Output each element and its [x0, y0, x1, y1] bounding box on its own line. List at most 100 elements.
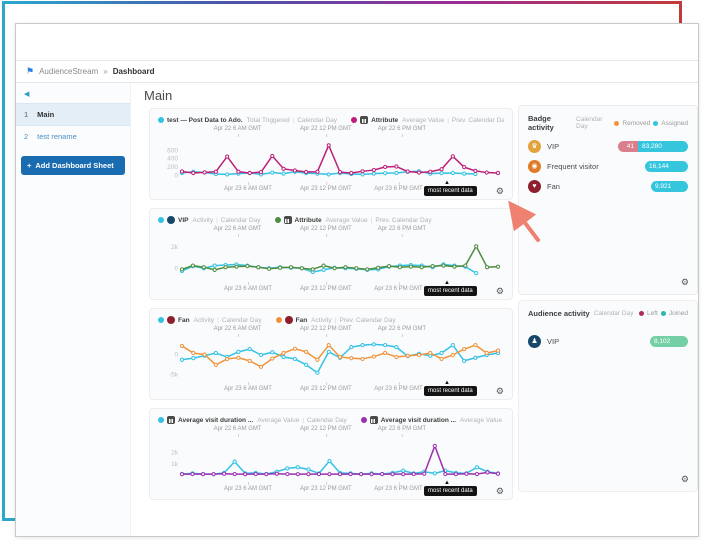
series-metric: Activity — [311, 317, 332, 324]
svg-text:600: 600 — [167, 147, 178, 154]
series-dot — [351, 117, 357, 123]
svg-text:200: 200 — [167, 164, 178, 171]
x-tick-label: Apr 23 12 PM GMT — [300, 186, 352, 192]
series-name: Attribute — [295, 217, 322, 224]
sidebar-collapse-icon[interactable]: ◀ — [24, 90, 130, 98]
attribute-icon — [284, 216, 292, 224]
separator: | — [371, 217, 373, 224]
vip-badge-icon — [167, 216, 175, 224]
gear-icon[interactable]: ⚙ — [496, 386, 504, 396]
separator: | — [217, 317, 219, 324]
breadcrumb-page-title: Dashboard — [113, 67, 155, 76]
annotation-arrow — [500, 194, 546, 246]
tooltip-caret-icon: ▲ — [444, 380, 450, 386]
x-tick-label: Apr 23 12 PM GMT — [300, 486, 352, 492]
fan-badge-icon — [285, 316, 293, 324]
fan-badge-icon — [167, 316, 175, 324]
line-chart: 2k 1k — [158, 438, 506, 484]
most-recent-data-tooltip: ▲ most recent data — [424, 386, 477, 396]
assigned-count-pill: 16,144 — [645, 161, 688, 172]
add-dashboard-sheet-label: Add Dashboard Sheet — [35, 161, 113, 170]
line-chart: 0 -5k — [158, 338, 506, 384]
gear-icon[interactable]: ⚙ — [681, 474, 689, 485]
x-tick-label: Apr 22 6 PM GMT — [378, 226, 426, 232]
tooltip-label: most recent data — [424, 486, 477, 496]
series-dot — [158, 217, 164, 223]
assigned-count-pill: 9,921 — [651, 181, 688, 192]
person-glyph: ♟ — [531, 338, 537, 345]
x-tick-label: Apr 23 12 PM GMT — [300, 386, 352, 392]
plus-icon: + — [27, 161, 31, 170]
attribute-icon — [360, 116, 368, 124]
x-tick-label: Apr 23 6 PM GMT — [374, 186, 422, 192]
svg-text:2k: 2k — [171, 244, 179, 251]
joined-legend-dot — [661, 311, 666, 316]
svg-text:0: 0 — [174, 172, 178, 179]
series-name: VIP — [178, 217, 188, 224]
x-tick-label: Apr 22 12 PM GMT — [300, 326, 352, 332]
chart-legend: Fan Activity | Calendar Day Fan Activity… — [158, 314, 504, 326]
x-tick-label: Apr 23 6 PM GMT — [374, 386, 422, 392]
sidebar-item-test-rename[interactable]: 2 test rename — [16, 126, 130, 147]
series-period: Calendar Day — [221, 217, 261, 224]
x-tick-label: Apr 22 6 PM GMT — [378, 326, 426, 332]
svg-text:1k: 1k — [171, 461, 179, 468]
frequent-visitor-badge-icon: ◉ — [528, 160, 541, 173]
badge-activity-rows: ♛ VIP 41 83,280 ◉ Frequent visitor 16,14… — [528, 136, 688, 196]
svg-text:0: 0 — [174, 265, 178, 272]
x-tick-label: Apr 23 12 PM GMT — [300, 286, 352, 292]
separator: | — [216, 217, 218, 224]
series-name: Fan — [178, 317, 190, 324]
separator: | — [335, 317, 337, 324]
audience-label: VIP — [547, 337, 559, 346]
series-metric: Total Triggered — [247, 117, 290, 124]
tooltip-caret-icon: ▲ — [444, 280, 450, 286]
removed-legend-dot — [614, 121, 619, 126]
gear-icon[interactable]: ⚙ — [496, 486, 504, 496]
series-period: Calendar Day — [307, 417, 347, 424]
svg-text:0: 0 — [174, 352, 178, 359]
joined-count-pill: 8,102 — [650, 336, 688, 347]
gear-icon[interactable]: ⚙ — [496, 286, 504, 296]
app-name: AudienceStream — [39, 67, 98, 76]
badge-label: Frequent visitor — [547, 162, 599, 171]
badge-activity-legend: Removed Assigned — [614, 120, 688, 127]
tooltip-label: most recent data — [424, 386, 477, 396]
badge-label: Fan — [547, 182, 560, 191]
x-axis-top: Apr 22 6 AM GMT Apr 22 12 PM GMT Apr 22 … — [158, 226, 504, 237]
line-chart: 6004002000 — [158, 138, 506, 184]
series-dot — [361, 417, 367, 423]
svg-text:2k: 2k — [171, 450, 179, 457]
heart-glyph: ♥ — [532, 183, 536, 190]
svg-text:-5k: -5k — [169, 371, 179, 378]
x-tick-label: Apr 22 6 PM GMT — [378, 126, 426, 132]
series-metric: Activity — [194, 317, 215, 324]
legend-label: Left — [647, 310, 658, 317]
series-metric: Average Value — [460, 417, 502, 424]
sheet-index: 2 — [24, 132, 28, 141]
sheet-label: Main — [37, 110, 54, 119]
separator: | — [293, 117, 295, 124]
audience-activity-rows: ♟ VIP 8,102 — [528, 331, 688, 351]
chart-legend: Average visit duration ... Average Value… — [158, 414, 504, 426]
dashboard-main-area: Main test — Post Data to Ado. Total Trig… — [132, 83, 698, 536]
series-name: Average visit duration ... — [381, 417, 456, 424]
panel-title: Audience activity — [528, 309, 590, 318]
x-tick-label: Apr 22 12 PM GMT — [300, 126, 352, 132]
series-dot — [158, 117, 164, 123]
gear-icon[interactable]: ⚙ — [681, 277, 689, 288]
fan-badge-icon: ♥ — [528, 180, 541, 193]
assigned-count-pill: 83,280 — [638, 141, 688, 152]
series-metric: Activity — [192, 217, 213, 224]
x-tick-label: Apr 22 6 AM GMT — [214, 126, 262, 132]
legend-label: Assigned — [661, 120, 688, 127]
series-dot — [275, 217, 281, 223]
page-title: Main — [144, 88, 172, 103]
x-tick-label: Apr 23 6 AM GMT — [224, 386, 272, 392]
series-period: Prev. Calendar Day — [375, 217, 431, 224]
x-axis-bottom: Apr 23 6 AM GMT Apr 23 12 PM GMT Apr 23 … — [158, 386, 504, 397]
series-period: Prev. Calendar Day — [452, 117, 504, 124]
series-period: Calendar Day — [222, 317, 262, 324]
sidebar-item-main[interactable]: 1 Main — [16, 103, 130, 126]
add-dashboard-sheet-button[interactable]: + Add Dashboard Sheet — [21, 156, 125, 175]
